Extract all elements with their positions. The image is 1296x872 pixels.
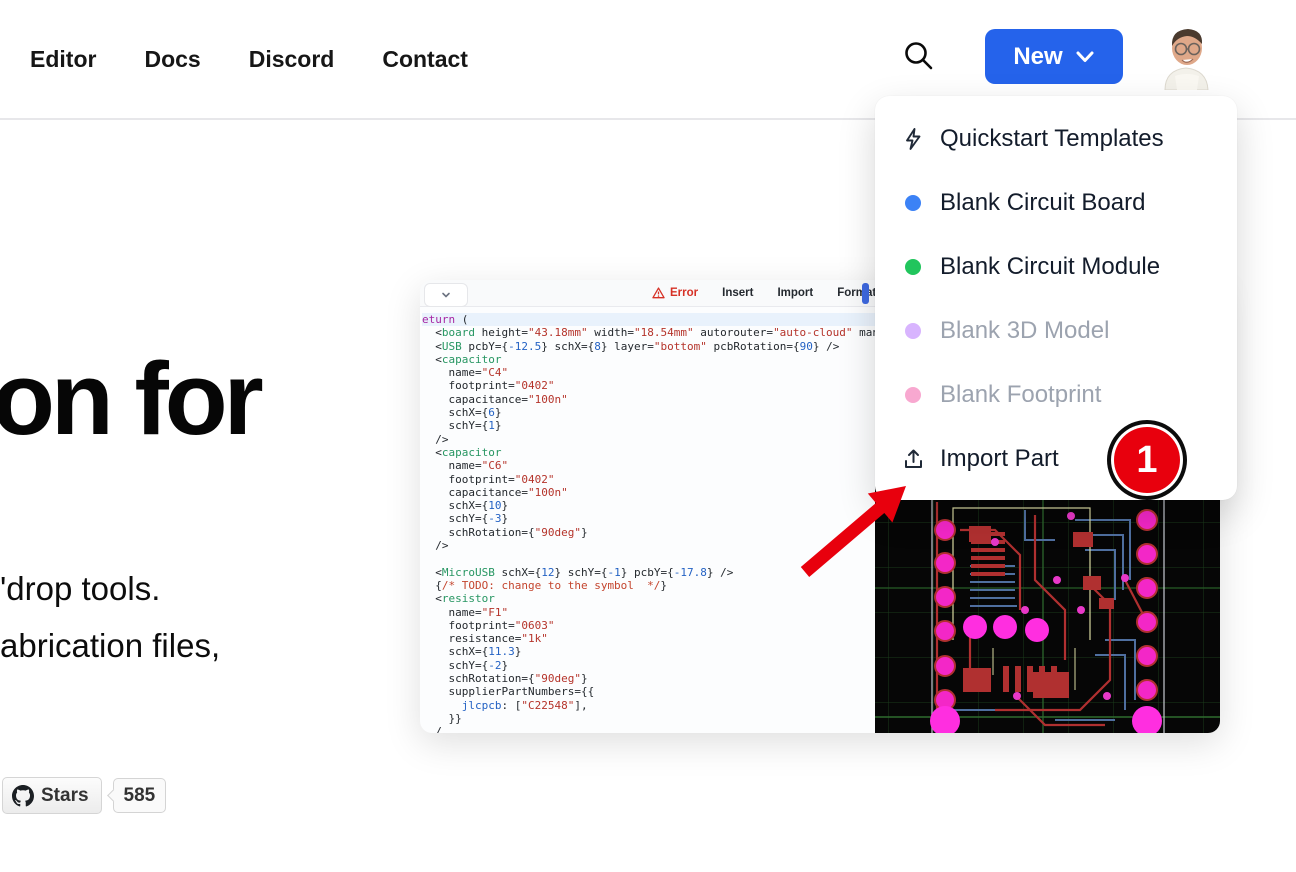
menu-item-label: Blank Circuit Board [940, 189, 1145, 217]
count-bubble-notch [107, 789, 120, 802]
menu-item-label: Quickstart Templates [940, 125, 1164, 153]
code-line: name="F1" [422, 606, 875, 619]
page: on for 'drop tools. abrication files, Er… [0, 0, 1296, 872]
code-line: schX={10} [422, 499, 875, 512]
code-line: /> [422, 539, 875, 552]
code-line: footprint="0603" [422, 619, 875, 632]
hero-paragraph-line-2: abrication files, [0, 617, 220, 674]
code-line: <capacitor [422, 353, 875, 366]
bolt-icon [901, 127, 925, 151]
search-icon [900, 38, 938, 76]
bolt-icon [902, 127, 924, 151]
code-line: name="C6" [422, 459, 875, 472]
insert-button[interactable]: Insert [722, 287, 753, 299]
new-dropdown-menu: Quickstart Templates Blank Circuit Board B… [875, 96, 1237, 500]
annotation-step-badge: 1 [1114, 427, 1180, 493]
code-line: }} [422, 712, 875, 725]
star-count-value: 585 [124, 785, 156, 807]
code-line: capacitance="100n" [422, 486, 875, 499]
github-star-count[interactable]: 585 [113, 778, 167, 813]
menu-item-label: Blank 3D Model [940, 317, 1109, 345]
nav-links: Editor Docs Discord Contact [30, 0, 468, 118]
menu-item-import-part[interactable]: Import Part [875, 427, 1237, 491]
menu-item-blank-footprint[interactable]: Blank Footprint [875, 363, 1237, 427]
toolbar-actions: Error Insert Import Format [652, 280, 876, 306]
chevron-down-icon [1075, 50, 1095, 64]
code-line: <capacitor [422, 446, 875, 459]
chevron-down-icon [440, 289, 452, 301]
upload-icon [901, 447, 925, 471]
menu-item-label: Blank Footprint [940, 381, 1101, 409]
warning-triangle-icon [652, 287, 665, 299]
code-line: schY={1} [422, 419, 875, 432]
menu-item-blank-circuit-board[interactable]: Blank Circuit Board [875, 171, 1237, 235]
code-line [422, 552, 875, 565]
github-stars-label: Stars [41, 785, 89, 807]
new-menu-items: Quickstart Templates Blank Circuit Board B… [875, 107, 1237, 491]
code-line: <board height="43.18mm" width="18.54mm" … [422, 326, 875, 339]
hero-paragraph-line-1: 'drop tools. [0, 560, 220, 617]
code-line: schY={-2} [422, 659, 875, 672]
code-line: eturn ( [422, 313, 875, 326]
nav-link-contact[interactable]: Contact [382, 46, 468, 73]
code-line: jlcpcb: ["C22548"], [422, 699, 875, 712]
hero-heading: on for [0, 340, 260, 458]
github-stars-widget: Stars 585 [2, 777, 166, 814]
menu-item-quickstart-templates[interactable]: Quickstart Templates [875, 107, 1237, 171]
error-label: Error [670, 287, 698, 299]
menu-item-label: Blank Circuit Module [940, 253, 1160, 281]
import-button[interactable]: Import [777, 287, 813, 299]
code-line: schX={6} [422, 406, 875, 419]
code-line: / [422, 725, 875, 733]
color-dot [905, 259, 921, 275]
code-content[interactable]: eturn ( <board height="43.18mm" width="1… [420, 307, 875, 733]
code-line: {/* TODO: change to the symbol */} [422, 579, 875, 592]
code-line: schRotation={"90deg"} [422, 526, 875, 539]
code-line: <resistor [422, 592, 875, 605]
search-button[interactable] [900, 38, 938, 76]
menu-item-label: Import Part [940, 445, 1059, 473]
color-dot [905, 323, 921, 339]
code-line: name="C4" [422, 366, 875, 379]
user-avatar[interactable] [1155, 24, 1217, 90]
code-line: footprint="0402" [422, 379, 875, 392]
code-line: /> [422, 433, 875, 446]
code-line: capacitance="100n" [422, 393, 875, 406]
color-dot-icon [901, 191, 925, 215]
code-line: schY={-3} [422, 512, 875, 525]
error-button[interactable]: Error [652, 287, 698, 299]
menu-item-blank-3d-model[interactable]: Blank 3D Model [875, 299, 1237, 363]
hero-paragraph: 'drop tools. abrication files, [0, 560, 220, 674]
color-dot-icon [901, 255, 925, 279]
github-octocat-icon [12, 785, 34, 807]
menu-item-blank-circuit-module[interactable]: Blank Circuit Module [875, 235, 1237, 299]
code-line: schRotation={"90deg"} [422, 672, 875, 685]
code-line: supplierPartNumbers={{ [422, 685, 875, 698]
upload-icon [902, 447, 925, 471]
color-dot-icon [901, 383, 925, 407]
code-line: <MicroUSB schX={12} schY={-1} pcbY={-17.… [422, 566, 875, 579]
color-dot [905, 195, 921, 211]
nav-link-docs[interactable]: Docs [144, 46, 200, 73]
color-dot-icon [901, 319, 925, 343]
code-line: footprint="0402" [422, 473, 875, 486]
new-button-label: New [1013, 43, 1062, 71]
nav-link-discord[interactable]: Discord [249, 46, 335, 73]
color-dot [905, 387, 921, 403]
code-line: <USB pcbY={-12.5} schX={8} layer="bottom… [422, 340, 875, 353]
new-button[interactable]: New [985, 29, 1123, 84]
code-line: schX={11.3} [422, 645, 875, 658]
run-button-partial[interactable] [862, 283, 869, 304]
nav-link-editor[interactable]: Editor [30, 46, 96, 73]
editor-file-tab[interactable] [424, 283, 468, 307]
code-line: resistance="1k" [422, 632, 875, 645]
github-stars-button[interactable]: Stars [2, 777, 102, 814]
format-button[interactable]: Format [837, 287, 876, 299]
